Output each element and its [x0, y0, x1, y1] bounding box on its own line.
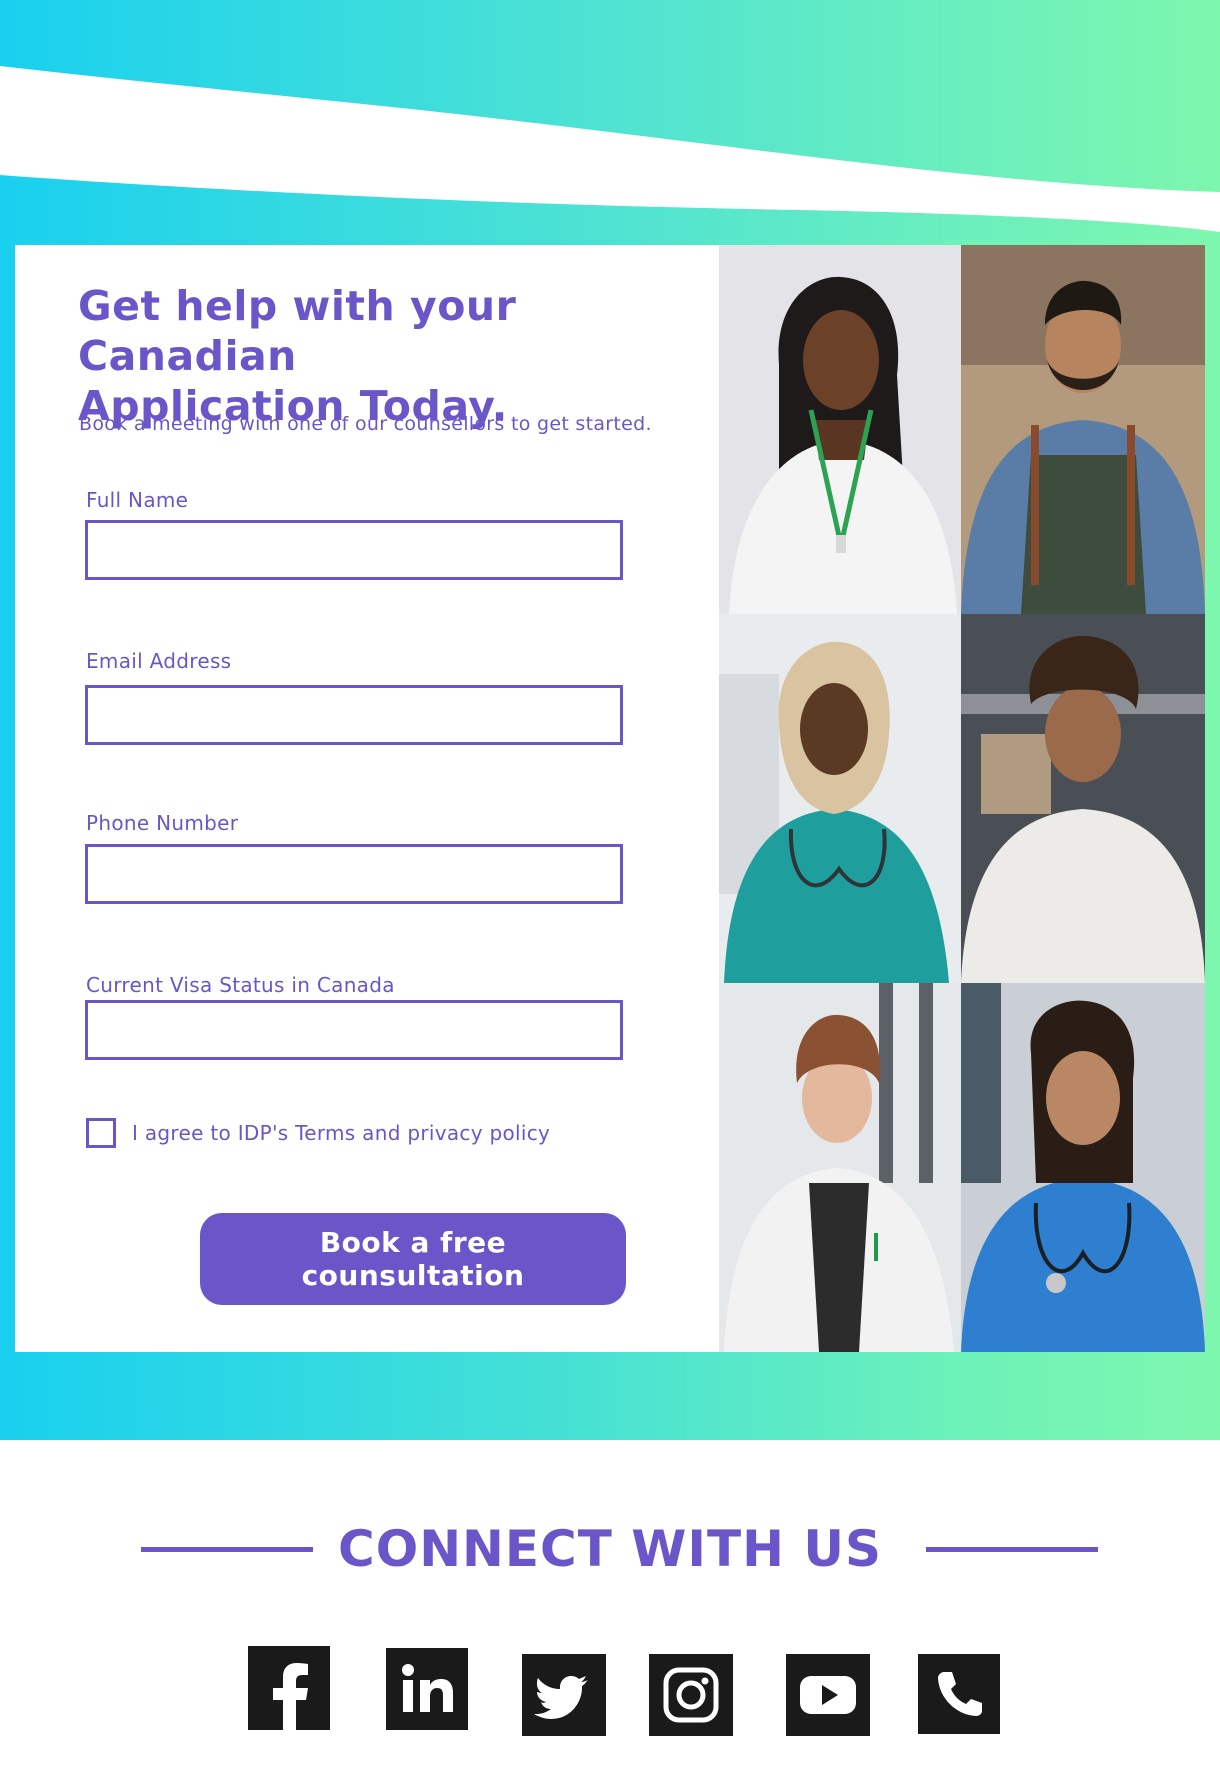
- consultation-card: Get help with your Canadian Application …: [15, 245, 1205, 1352]
- nurse-hijab-photo: [719, 614, 961, 983]
- connect-section: CONNECT WITH US: [0, 1510, 1220, 1590]
- full-name-label: Full Name: [86, 488, 189, 512]
- form-panel: Get help with your Canadian Application …: [15, 245, 719, 1352]
- phone-icon[interactable]: [918, 1654, 1000, 1734]
- phone-label: Phone Number: [86, 811, 239, 835]
- agree-row: I agree to IDP's Terms and privacy polic…: [86, 1118, 550, 1148]
- woman-lanyard-photo: [719, 245, 961, 614]
- twitter-icon[interactable]: [522, 1654, 606, 1736]
- phone-input[interactable]: [85, 844, 623, 904]
- linkedin-icon[interactable]: [386, 1648, 468, 1730]
- book-consultation-button[interactable]: Book a free counsultation: [200, 1213, 626, 1305]
- agree-checkbox[interactable]: [86, 1118, 116, 1148]
- email-label: Email Address: [86, 649, 232, 673]
- email-input[interactable]: [85, 685, 623, 745]
- agree-label: I agree to IDP's Terms and privacy polic…: [132, 1121, 551, 1145]
- doctor-woman-photo: [719, 983, 961, 1352]
- page-title: Get help with your Canadian Application …: [78, 281, 719, 431]
- subtitle: Book a meeting with one of our counsello…: [79, 413, 652, 435]
- facebook-icon[interactable]: [248, 1646, 330, 1730]
- connect-divider-right: [926, 1547, 1098, 1552]
- top-wave-decoration: [0, 0, 1220, 260]
- visa-status-input[interactable]: [85, 1000, 623, 1060]
- photo-grid: [719, 245, 1205, 1352]
- chef-woman-photo: [961, 614, 1205, 983]
- headline-line-1: Get help with your Canadian: [78, 282, 517, 380]
- visa-status-label: Current Visa Status in Canada: [86, 973, 395, 997]
- full-name-input[interactable]: [85, 520, 623, 580]
- instagram-icon[interactable]: [649, 1654, 733, 1736]
- man-apron-photo: [961, 245, 1205, 614]
- youtube-icon[interactable]: [786, 1654, 870, 1736]
- nurse-blue-scrubs-photo: [961, 983, 1205, 1352]
